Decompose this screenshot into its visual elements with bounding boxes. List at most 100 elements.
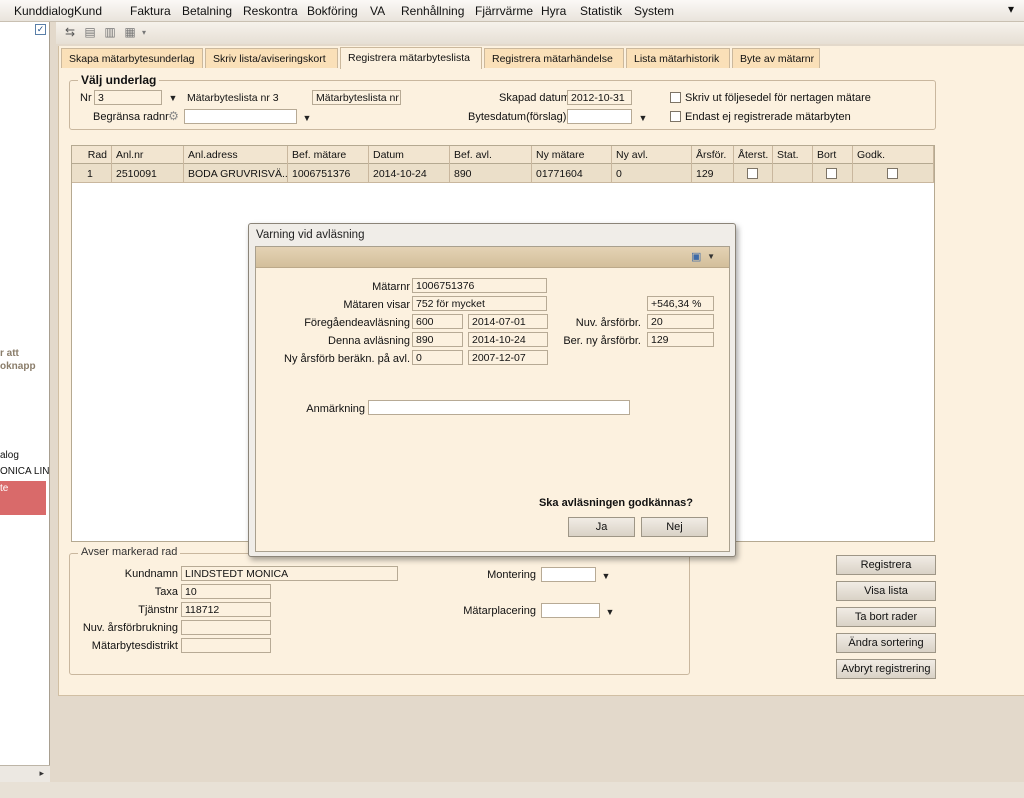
settings-gear-icon[interactable]: ⚙ <box>166 109 181 124</box>
left-panel-text-4[interactable]: ONICA LIND <box>0 466 50 477</box>
anmarkning-field[interactable] <box>368 400 630 415</box>
list-name-field[interactable]: Mätarbyteslista nr 3 <box>312 90 401 105</box>
tjanstnr-field[interactable]: 118712 <box>181 602 271 617</box>
aterst-checkbox[interactable] <box>747 168 758 179</box>
col-arsfor[interactable]: Årsför. <box>692 146 734 164</box>
ny-arsforb-label: Ny årsförb beräkn. på avl. <box>284 353 410 365</box>
ny-arsforb-date-field[interactable]: 2007-12-07 <box>468 350 548 365</box>
menu-va[interactable]: VA <box>370 4 385 18</box>
andra-sortering-button[interactable]: Ändra sortering <box>836 633 936 653</box>
left-panel-checkbox[interactable]: ✓ <box>35 24 46 35</box>
print-icon[interactable]: ▤ <box>82 25 98 40</box>
navigate-icon[interactable]: ⇆ <box>62 25 78 40</box>
col-ny-matare[interactable]: Ny mätare <box>532 146 612 164</box>
tab-skriv-lista[interactable]: Skriv lista/aviseringskort <box>205 48 338 68</box>
nr-label: Nr <box>80 92 92 104</box>
left-panel-scrollbar[interactable]: ▸ <box>0 765 50 782</box>
scroll-right-icon[interactable]: ▸ <box>39 768 44 779</box>
nej-button[interactable]: Nej <box>641 517 708 537</box>
matarplacering-field[interactable] <box>541 603 600 618</box>
dialog-toolbar: ▣ ▼ <box>256 247 729 268</box>
matarnr-field[interactable]: 1006751376 <box>412 278 547 293</box>
col-ny-avl[interactable]: Ny avl. <box>612 146 692 164</box>
ta-bort-rader-button[interactable]: Ta bort rader <box>836 607 936 627</box>
menu-fjarrvarme[interactable]: Fjärrvärme <box>475 4 533 18</box>
ja-button[interactable]: Ja <box>568 517 635 537</box>
montering-dropdown-icon[interactable]: ▼ <box>599 569 613 583</box>
window-menu-icon[interactable]: ▾ <box>1008 2 1014 16</box>
menu-hyra[interactable]: Hyra <box>541 4 566 18</box>
nuv-arsforbr-field[interactable]: 20 <box>647 314 714 329</box>
menu-system[interactable]: System <box>634 4 674 18</box>
cell-ny-matare: 01771604 <box>532 164 612 183</box>
left-panel-text-3[interactable]: alog <box>0 450 50 461</box>
menu-betalning[interactable]: Betalning <box>182 4 232 18</box>
godk-checkbox[interactable] <box>887 168 898 179</box>
cell-bef-avl: 890 <box>450 164 532 183</box>
tab-lista-historik[interactable]: Lista mätarhistorik <box>626 48 730 68</box>
nuv-arsforbrukning-field[interactable] <box>181 620 271 635</box>
print-preview-icon[interactable]: ▥ <box>102 25 118 40</box>
menu-kund[interactable]: Kund <box>74 4 102 18</box>
kundnamn-label: Kundnamn <box>124 568 178 580</box>
matarbytesdistrikt-field[interactable] <box>181 638 271 653</box>
menu-reskontra[interactable]: Reskontra <box>243 4 298 18</box>
menu-renhallning[interactable]: Renhållning <box>401 4 464 18</box>
col-anlnr[interactable]: Anl.nr <box>112 146 184 164</box>
tab-skapa[interactable]: Skapa mätarbytesunderlag <box>61 48 203 68</box>
avbryt-registrering-button[interactable]: Avbryt registrering <box>836 659 936 679</box>
cell-bort <box>813 164 853 183</box>
menu-faktura[interactable]: Faktura <box>130 4 171 18</box>
cell-rad: 1 <box>72 164 112 183</box>
tab-registrera-lista[interactable]: Registrera mätarbyteslista <box>340 47 482 69</box>
nr-field[interactable]: 3 <box>94 90 162 105</box>
foregaende-field[interactable]: 600 <box>412 314 463 329</box>
matarplacering-dropdown-icon[interactable]: ▼ <box>603 605 617 619</box>
col-bort[interactable]: Bort <box>813 146 853 164</box>
matare-visar-field[interactable]: 752 för mycket <box>412 296 547 311</box>
col-datum[interactable]: Datum <box>369 146 450 164</box>
export-icon[interactable]: ▣ <box>691 251 705 263</box>
col-bef-matare[interactable]: Bef. mätare <box>288 146 369 164</box>
avser-title: Avser markerad rad <box>78 546 181 558</box>
export-chevron-icon[interactable]: ▾ <box>136 25 152 40</box>
denna-date-field[interactable]: 2014-10-24 <box>468 332 548 347</box>
foregaende-date-field[interactable]: 2014-07-01 <box>468 314 548 329</box>
col-godk[interactable]: Godk. <box>853 146 934 164</box>
nr-dropdown-icon[interactable]: ▼ <box>166 91 180 105</box>
bytesdatum-field[interactable] <box>567 109 632 124</box>
col-stat[interactable]: Stat. <box>773 146 813 164</box>
foregaende-label: Föregåendeavläsning <box>304 317 410 329</box>
ber-ny-arsforbr-field[interactable]: 129 <box>647 332 714 347</box>
denna-field[interactable]: 890 <box>412 332 463 347</box>
menu-kunddialog[interactable]: Kunddialog <box>14 4 74 18</box>
menu-statistik[interactable]: Statistik <box>580 4 622 18</box>
menu-bokforing[interactable]: Bokföring <box>307 4 358 18</box>
cell-godk <box>853 164 934 183</box>
kundnamn-field[interactable]: LINDSTEDT MONICA <box>181 566 398 581</box>
visa-lista-button[interactable]: Visa lista <box>836 581 936 601</box>
cell-arsfor: 129 <box>692 164 734 183</box>
taxa-field[interactable]: 10 <box>181 584 271 599</box>
percent-field[interactable]: +546,34 % <box>647 296 714 311</box>
tab-byte-matarnr[interactable]: Byte av mätarnr <box>732 48 820 68</box>
begransa-field[interactable] <box>184 109 297 124</box>
bytesdatum-dropdown-icon[interactable]: ▼ <box>636 111 650 125</box>
begransa-dropdown-icon[interactable]: ▼ <box>300 111 314 125</box>
col-rad[interactable]: Rad <box>72 146 112 164</box>
chevron-down-icon[interactable]: ▼ <box>707 251 715 263</box>
table-row[interactable]: 1 2510091 BODA GRUVRISVÄ... 1006751376 2… <box>72 164 934 183</box>
cell-ny-avl: 0 <box>612 164 692 183</box>
col-bef-avl[interactable]: Bef. avl. <box>450 146 532 164</box>
skapad-field[interactable]: 2012-10-31 <box>567 90 632 105</box>
ej-registrerade-checkbox[interactable] <box>670 111 681 122</box>
montering-field[interactable] <box>541 567 596 582</box>
bort-checkbox[interactable] <box>826 168 837 179</box>
left-panel-alert[interactable]: te <box>0 481 46 515</box>
registrera-button[interactable]: Registrera <box>836 555 936 575</box>
foljesedel-checkbox[interactable] <box>670 92 681 103</box>
ny-arsforb-field[interactable]: 0 <box>412 350 463 365</box>
col-anladress[interactable]: Anl.adress <box>184 146 288 164</box>
col-aterst[interactable]: Återst. <box>734 146 773 164</box>
tab-registrera-handelse[interactable]: Registrera mätarhändelse <box>484 48 624 68</box>
